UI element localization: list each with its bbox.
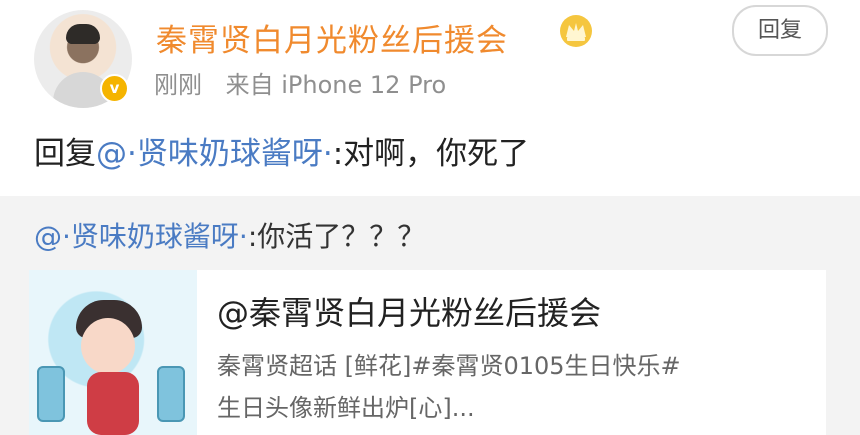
quoted-text: @·贤味奶球酱呀·:你活了？？？ — [34, 215, 425, 255]
quoted-content: :你活了？？？ — [247, 220, 426, 253]
link-card[interactable]: @秦霄贤白月光粉丝后援会 秦霄贤超话 [鲜花]#秦霄贤0105生日快乐# 生日头… — [29, 270, 826, 435]
reply-text: 回复@·贤味奶球酱呀·:对啊，你死了 — [34, 128, 529, 173]
thumbnail-body — [87, 372, 139, 435]
post-time: 刚刚 — [154, 71, 202, 99]
username[interactable]: 秦霄贤白月光粉丝后援会 — [156, 15, 508, 60]
card-thumbnail — [29, 270, 197, 435]
quoted-mention[interactable]: @·贤味奶球酱呀· — [34, 220, 248, 253]
card-description: 秦霄贤超话 [鲜花]#秦霄贤0105生日快乐# 生日头像新鲜出炉[心]... — [217, 345, 807, 429]
verified-badge-icon: v — [100, 74, 129, 103]
reply-content: :对啊，你死了 — [332, 136, 530, 172]
reply-prefix: 回复 — [34, 136, 96, 172]
thumbnail-face — [81, 318, 135, 374]
post-header: v 秦霄贤白月光粉丝后援会 刚刚 来自 iPhone 12 Pro 回复 — [0, 0, 860, 115]
post-meta: 刚刚 来自 iPhone 12 Pro — [154, 65, 446, 100]
crown-icon — [560, 15, 592, 47]
quoted-post[interactable]: @·贤味奶球酱呀·:你活了？？？ @秦霄贤白月光粉丝后援会 秦霄贤超话 [鲜花]… — [0, 196, 860, 435]
reply-mention[interactable]: @·贤味奶球酱呀· — [96, 136, 333, 172]
reply-button[interactable]: 回复 — [732, 5, 828, 56]
card-title: @秦霄贤白月光粉丝后援会 — [217, 294, 602, 332]
thumbnail-digit-left — [37, 366, 65, 422]
card-desc-line-2: 生日头像新鲜出炉[心]... — [217, 394, 475, 422]
card-desc-line-1: 秦霄贤超话 [鲜花]#秦霄贤0105生日快乐# — [217, 352, 681, 380]
avatar-hair — [66, 24, 100, 44]
post-source: 来自 iPhone 12 Pro — [225, 71, 447, 99]
thumbnail-digit-right — [157, 366, 185, 422]
